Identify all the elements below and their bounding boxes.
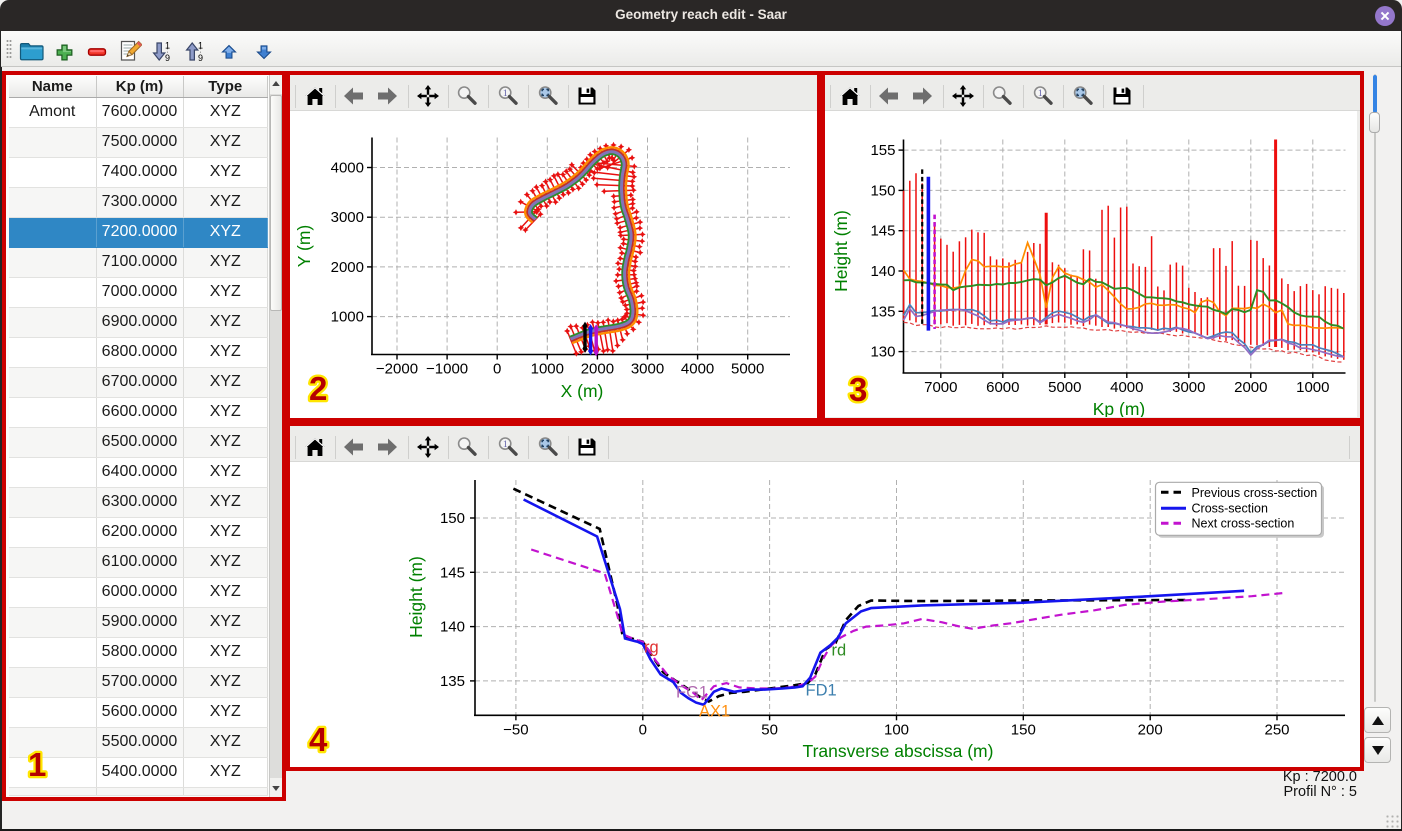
svg-text:−50: −50: [503, 721, 528, 738]
svg-text:2000: 2000: [581, 361, 614, 378]
svg-text:4000: 4000: [331, 160, 364, 177]
svg-text:155: 155: [870, 142, 895, 159]
svg-text:1000: 1000: [331, 309, 364, 326]
svg-text:FD1: FD1: [806, 682, 837, 700]
svg-text:1: 1: [503, 440, 508, 450]
svg-text:135: 135: [870, 303, 895, 320]
svg-text:1: 1: [28, 746, 46, 783]
svg-text:−2000: −2000: [376, 361, 418, 378]
svg-text:Transverse abscissa (m): Transverse abscissa (m): [803, 741, 994, 761]
svg-text:100: 100: [884, 721, 909, 738]
svg-text:145: 145: [870, 223, 895, 240]
svg-text:150: 150: [1011, 721, 1036, 738]
svg-text:Height (m): Height (m): [831, 210, 851, 292]
svg-text:145: 145: [440, 564, 465, 581]
svg-text:140: 140: [440, 619, 465, 636]
svg-text:4: 4: [309, 721, 328, 758]
svg-text:Y (m): Y (m): [294, 225, 314, 267]
svg-text:50: 50: [761, 721, 778, 738]
svg-text:0: 0: [493, 361, 501, 378]
svg-text:3000: 3000: [1172, 379, 1205, 396]
svg-text:2: 2: [309, 370, 327, 407]
svg-text:2000: 2000: [331, 259, 364, 276]
svg-text:Cross-section: Cross-section: [1192, 502, 1268, 516]
svg-text:1000: 1000: [1296, 379, 1329, 396]
svg-text:Next cross-section: Next cross-section: [1192, 517, 1295, 531]
svg-text:0: 0: [639, 721, 647, 738]
svg-text:−1000: −1000: [426, 361, 468, 378]
svg-text:1: 1: [1038, 89, 1043, 99]
svg-text:150: 150: [440, 510, 465, 527]
svg-text:200: 200: [1138, 721, 1163, 738]
svg-text:5000: 5000: [731, 361, 764, 378]
svg-text:6000: 6000: [986, 379, 1019, 396]
svg-text:AX1: AX1: [699, 703, 730, 721]
svg-text:7000: 7000: [924, 379, 957, 396]
svg-text:250: 250: [1264, 721, 1289, 738]
svg-text:3: 3: [849, 371, 867, 408]
svg-text:5000: 5000: [1048, 379, 1081, 396]
svg-text:4000: 4000: [1110, 379, 1143, 396]
svg-text:1000: 1000: [531, 361, 564, 378]
svg-text:rg: rg: [644, 639, 659, 657]
svg-text:X (m): X (m): [561, 381, 604, 401]
svg-text:4000: 4000: [681, 361, 714, 378]
svg-text:Height (m): Height (m): [406, 556, 426, 638]
svg-text:9: 9: [165, 53, 170, 63]
svg-text:130: 130: [870, 344, 895, 361]
svg-text:Kp (m): Kp (m): [1093, 399, 1146, 417]
svg-text:2000: 2000: [1234, 379, 1267, 396]
svg-text:1: 1: [503, 89, 508, 99]
svg-text:9: 9: [198, 53, 203, 63]
svg-text:140: 140: [870, 263, 895, 280]
svg-text:3000: 3000: [631, 361, 664, 378]
svg-text:FG1: FG1: [676, 684, 708, 702]
svg-text:Previous cross-section: Previous cross-section: [1192, 486, 1318, 500]
svg-text:3000: 3000: [331, 209, 364, 226]
svg-text:rd: rd: [832, 642, 847, 660]
svg-text:135: 135: [440, 673, 465, 690]
svg-text:150: 150: [870, 182, 895, 199]
